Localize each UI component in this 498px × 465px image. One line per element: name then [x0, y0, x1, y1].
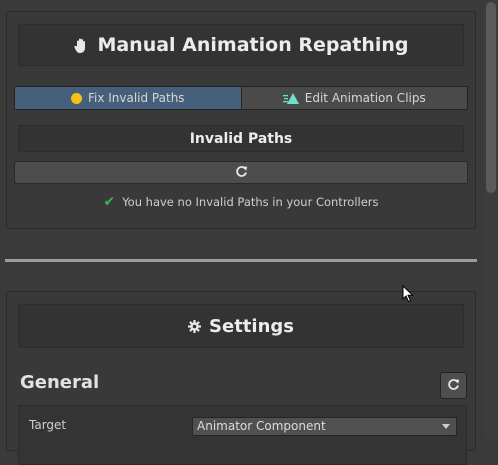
- settings-title-bar: Settings: [18, 304, 464, 348]
- checkmark-icon: ✔: [103, 194, 116, 210]
- section-divider[interactable]: [5, 259, 477, 262]
- animation-clip-icon: [282, 92, 299, 104]
- reset-settings-button[interactable]: [440, 372, 467, 399]
- tab-fix-invalid-paths[interactable]: Fix Invalid Paths: [15, 87, 242, 109]
- settings-title: Settings: [209, 315, 294, 337]
- refresh-icon: [447, 376, 460, 395]
- repathing-title: Manual Animation Repathing: [97, 34, 409, 56]
- gear-icon: [188, 319, 202, 333]
- chevron-down-icon: [442, 424, 450, 429]
- tab-edit-animation-clips[interactable]: Edit Animation Clips: [241, 87, 467, 109]
- scrollbar-thumb[interactable]: [486, 2, 496, 193]
- refresh-icon: [235, 163, 248, 182]
- tab-fix-invalid-paths-label: Fix Invalid Paths: [87, 91, 185, 105]
- repathing-panel: Manual Animation Repathing Fix Invalid P…: [6, 11, 476, 229]
- repathing-title-bar: Manual Animation Repathing: [18, 24, 464, 66]
- invalid-paths-label: Invalid Paths: [189, 130, 293, 147]
- status-message-row: ✔ You have no Invalid Paths in your Cont…: [7, 194, 475, 210]
- tab-edit-animation-clips-label: Edit Animation Clips: [304, 91, 426, 105]
- mode-tabs: Fix Invalid Paths Edit Animation Clips: [14, 86, 468, 110]
- target-dropdown-value: Animator Component: [197, 419, 326, 433]
- status-message: You have no Invalid Paths in your Contro…: [122, 195, 379, 209]
- general-fields: Target Animator Component: [18, 405, 467, 465]
- target-dropdown[interactable]: Animator Component: [192, 417, 457, 436]
- yellow-dot-icon: [70, 92, 82, 104]
- refresh-invalid-paths-button[interactable]: [14, 161, 468, 184]
- hand-icon: [73, 37, 89, 54]
- target-label: Target: [29, 418, 67, 432]
- invalid-paths-header: Invalid Paths: [18, 125, 464, 152]
- settings-panel: Settings General Target Animator Compone…: [6, 291, 476, 465]
- general-section-label: General: [20, 372, 100, 393]
- mouse-cursor-icon: [402, 284, 414, 307]
